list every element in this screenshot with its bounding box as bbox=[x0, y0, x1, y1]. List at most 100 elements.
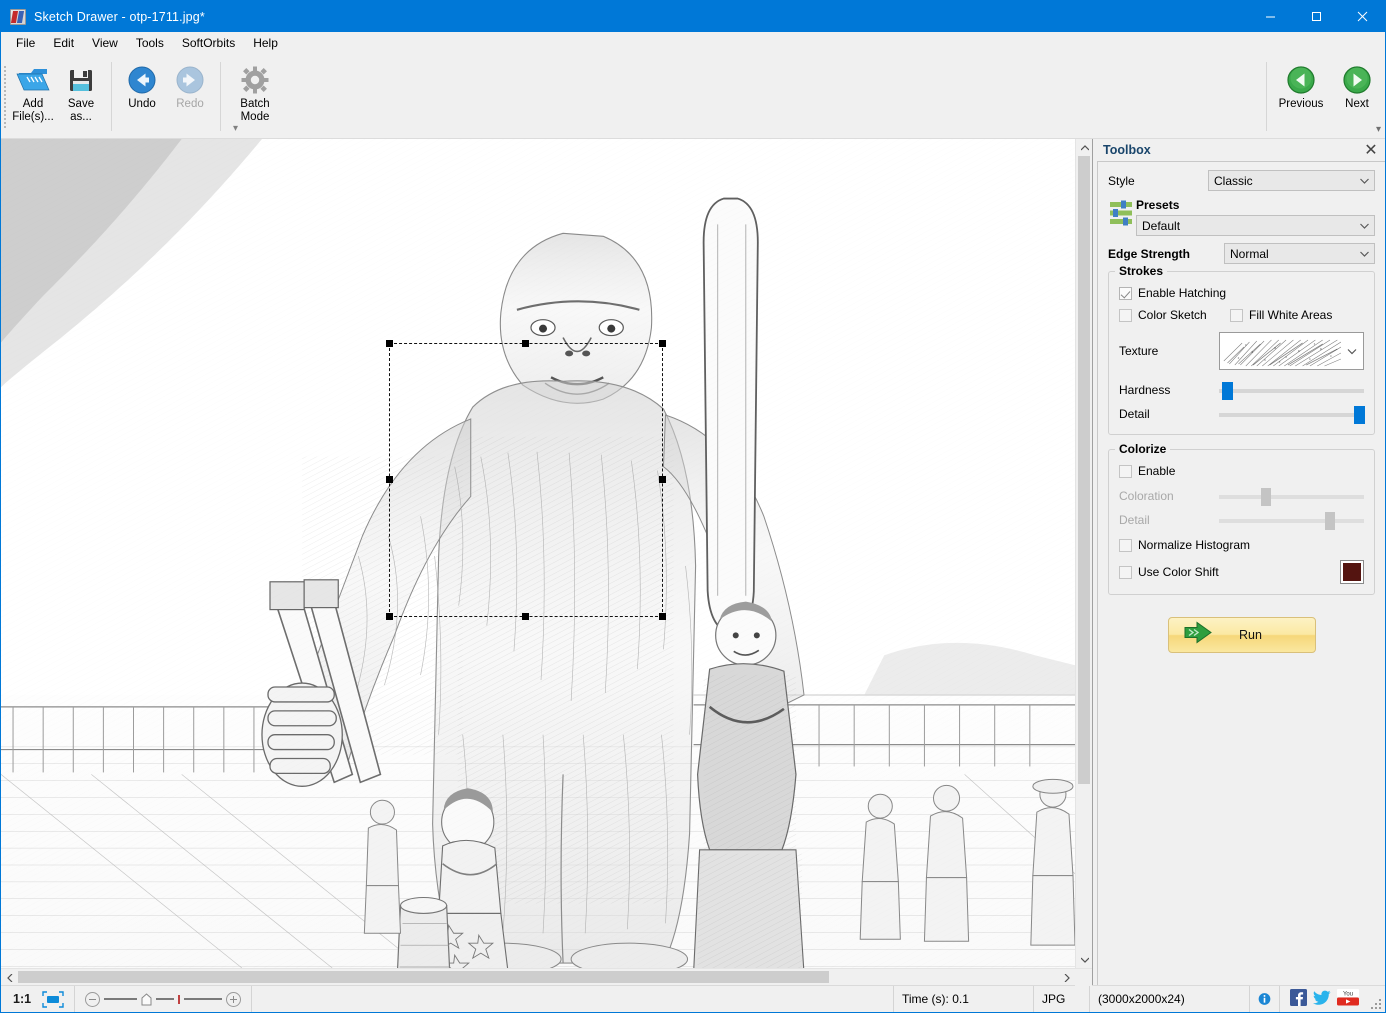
style-dropdown[interactable]: Classic bbox=[1208, 170, 1375, 191]
main-body: Toolbox ✕ Style Classic Presets Default … bbox=[1, 139, 1385, 986]
app-logo-icon bbox=[10, 8, 26, 25]
toolbar-separator-1 bbox=[111, 62, 112, 131]
title-bar: Sketch Drawer - otp-1711.jpg* bbox=[1, 1, 1385, 32]
colorize-detail-slider[interactable] bbox=[1219, 510, 1364, 530]
resize-grip[interactable] bbox=[1369, 998, 1383, 1010]
hardness-slider-thumb[interactable] bbox=[1221, 382, 1233, 400]
normalize-histogram-row[interactable]: Normalize Histogram bbox=[1119, 538, 1364, 552]
image-canvas[interactable] bbox=[1, 139, 1075, 968]
zoom-out-icon[interactable] bbox=[85, 991, 101, 1007]
minimize-button[interactable] bbox=[1247, 1, 1293, 32]
horizontal-scroll-track[interactable] bbox=[18, 969, 1058, 985]
color-sketch-label: Color Sketch bbox=[1138, 308, 1207, 322]
colorize-enable-row[interactable]: Enable bbox=[1119, 464, 1364, 478]
presets-row: Presets Default bbox=[1108, 198, 1375, 236]
strokes-group: Strokes Enable Hatching Color Sketch Fil… bbox=[1108, 264, 1375, 435]
presets-label: Presets bbox=[1136, 198, 1180, 212]
style-label: Style bbox=[1108, 173, 1135, 188]
fill-white-areas-label: Fill White Areas bbox=[1249, 308, 1333, 322]
enable-hatching-row[interactable]: Enable Hatching bbox=[1119, 286, 1364, 300]
vertical-scroll-track[interactable] bbox=[1076, 156, 1092, 951]
window-title: Sketch Drawer - otp-1711.jpg* bbox=[34, 9, 205, 24]
coloration-slider-thumb[interactable] bbox=[1261, 488, 1272, 506]
scroll-right-arrow[interactable] bbox=[1058, 969, 1075, 986]
style-value: Classic bbox=[1214, 173, 1253, 188]
menu-softorbits[interactable]: SoftOrbits bbox=[173, 33, 244, 54]
save-as-button[interactable]: Save as... bbox=[57, 55, 105, 138]
hardness-slider[interactable] bbox=[1219, 380, 1364, 400]
scroll-down-arrow[interactable] bbox=[1076, 951, 1093, 968]
previous-button[interactable]: Previous bbox=[1273, 55, 1329, 138]
color-shift-swatch[interactable] bbox=[1340, 560, 1364, 584]
toolbar-grip[interactable] bbox=[1, 55, 9, 138]
edge-strength-dropdown[interactable]: Normal bbox=[1224, 243, 1375, 264]
normalize-histogram-checkbox[interactable] bbox=[1119, 538, 1132, 552]
info-button[interactable] bbox=[1250, 986, 1280, 1012]
menu-tools[interactable]: Tools bbox=[127, 33, 173, 54]
texture-label: Texture bbox=[1119, 344, 1159, 358]
enable-hatching-checkbox[interactable] bbox=[1119, 286, 1132, 300]
stroke-detail-label: Detail bbox=[1119, 407, 1150, 421]
colorize-group-title: Colorize bbox=[1115, 442, 1171, 456]
menu-file[interactable]: File bbox=[7, 33, 44, 54]
zoom-slider[interactable] bbox=[75, 986, 252, 1012]
facebook-icon[interactable] bbox=[1290, 989, 1307, 1009]
next-label: Next bbox=[1345, 98, 1369, 110]
redo-button[interactable]: Redo bbox=[166, 55, 214, 138]
undo-button[interactable]: Undo bbox=[118, 55, 166, 138]
edge-strength-label: Edge Strength bbox=[1108, 246, 1191, 261]
canvas-vertical-scrollbar[interactable] bbox=[1075, 139, 1092, 968]
colorize-detail-slider-thumb[interactable] bbox=[1324, 512, 1335, 530]
zoom-in-icon[interactable] bbox=[225, 991, 241, 1007]
menu-help[interactable]: Help bbox=[244, 33, 287, 54]
redo-arrow-icon bbox=[175, 63, 205, 97]
toolbar-left-overflow-chevron[interactable]: ▾ bbox=[233, 123, 238, 134]
horizontal-scroll-thumb[interactable] bbox=[18, 971, 830, 983]
chevron-down-icon[interactable] bbox=[1341, 333, 1363, 369]
image-dimensions: (3000x2000x24) bbox=[1090, 986, 1250, 1012]
use-color-shift-checkbox[interactable] bbox=[1119, 565, 1132, 579]
zoom-slider-thumb[interactable] bbox=[141, 992, 152, 1006]
hardness-label: Hardness bbox=[1119, 383, 1171, 397]
status-message-area bbox=[252, 986, 894, 1012]
texture-dropdown[interactable] bbox=[1219, 332, 1364, 370]
undo-arrow-icon bbox=[127, 63, 157, 97]
info-icon bbox=[1258, 993, 1271, 1005]
menu-view[interactable]: View bbox=[83, 33, 127, 54]
save-floppy-icon bbox=[67, 63, 95, 97]
coloration-label: Coloration bbox=[1119, 489, 1174, 503]
maximize-button[interactable] bbox=[1293, 1, 1339, 32]
stroke-detail-slider-track bbox=[1219, 413, 1364, 417]
undo-label: Undo bbox=[128, 98, 156, 110]
fit-to-screen-button[interactable] bbox=[40, 986, 76, 1012]
scroll-left-arrow[interactable] bbox=[1, 969, 18, 986]
add-files-button[interactable]: Add File(s)... bbox=[9, 55, 57, 138]
twitter-icon[interactable] bbox=[1313, 990, 1331, 1009]
scroll-up-arrow[interactable] bbox=[1076, 139, 1093, 156]
status-bar: 1:1 Time (s): 0.1 JPG (3000x2000x24) You bbox=[1, 985, 1385, 1012]
pencil-hatch-texture-preview bbox=[1222, 335, 1342, 367]
use-color-shift-label: Use Color Shift bbox=[1138, 565, 1219, 579]
previous-green-arrow-icon bbox=[1286, 63, 1316, 97]
menu-edit[interactable]: Edit bbox=[44, 33, 83, 54]
color-sketch-checkbox[interactable] bbox=[1119, 308, 1132, 322]
add-files-icon bbox=[16, 63, 50, 97]
toolbar-separator-3 bbox=[1266, 62, 1267, 131]
close-button[interactable] bbox=[1339, 1, 1385, 32]
fill-white-areas-checkbox[interactable] bbox=[1230, 308, 1243, 322]
toolbar-overflow-chevron[interactable]: ▾ bbox=[1376, 124, 1381, 135]
youtube-icon[interactable]: You bbox=[1337, 989, 1359, 1009]
presets-dropdown[interactable]: Default bbox=[1136, 215, 1375, 236]
coloration-slider[interactable] bbox=[1219, 486, 1364, 506]
run-button[interactable]: Run bbox=[1167, 617, 1316, 653]
texture-row: Texture bbox=[1119, 332, 1364, 370]
stroke-detail-slider[interactable] bbox=[1219, 404, 1365, 424]
stroke-detail-slider-thumb[interactable] bbox=[1353, 406, 1365, 424]
vertical-scroll-thumb[interactable] bbox=[1078, 156, 1090, 785]
fit-to-screen-icon bbox=[42, 990, 64, 1008]
canvas-horizontal-scrollbar[interactable] bbox=[1, 968, 1092, 986]
stroke-options-row: Color Sketch Fill White Areas bbox=[1119, 308, 1364, 322]
toolbox-close-icon[interactable]: ✕ bbox=[1363, 142, 1379, 159]
strokes-group-title: Strokes bbox=[1115, 264, 1168, 278]
colorize-enable-checkbox[interactable] bbox=[1119, 464, 1132, 478]
